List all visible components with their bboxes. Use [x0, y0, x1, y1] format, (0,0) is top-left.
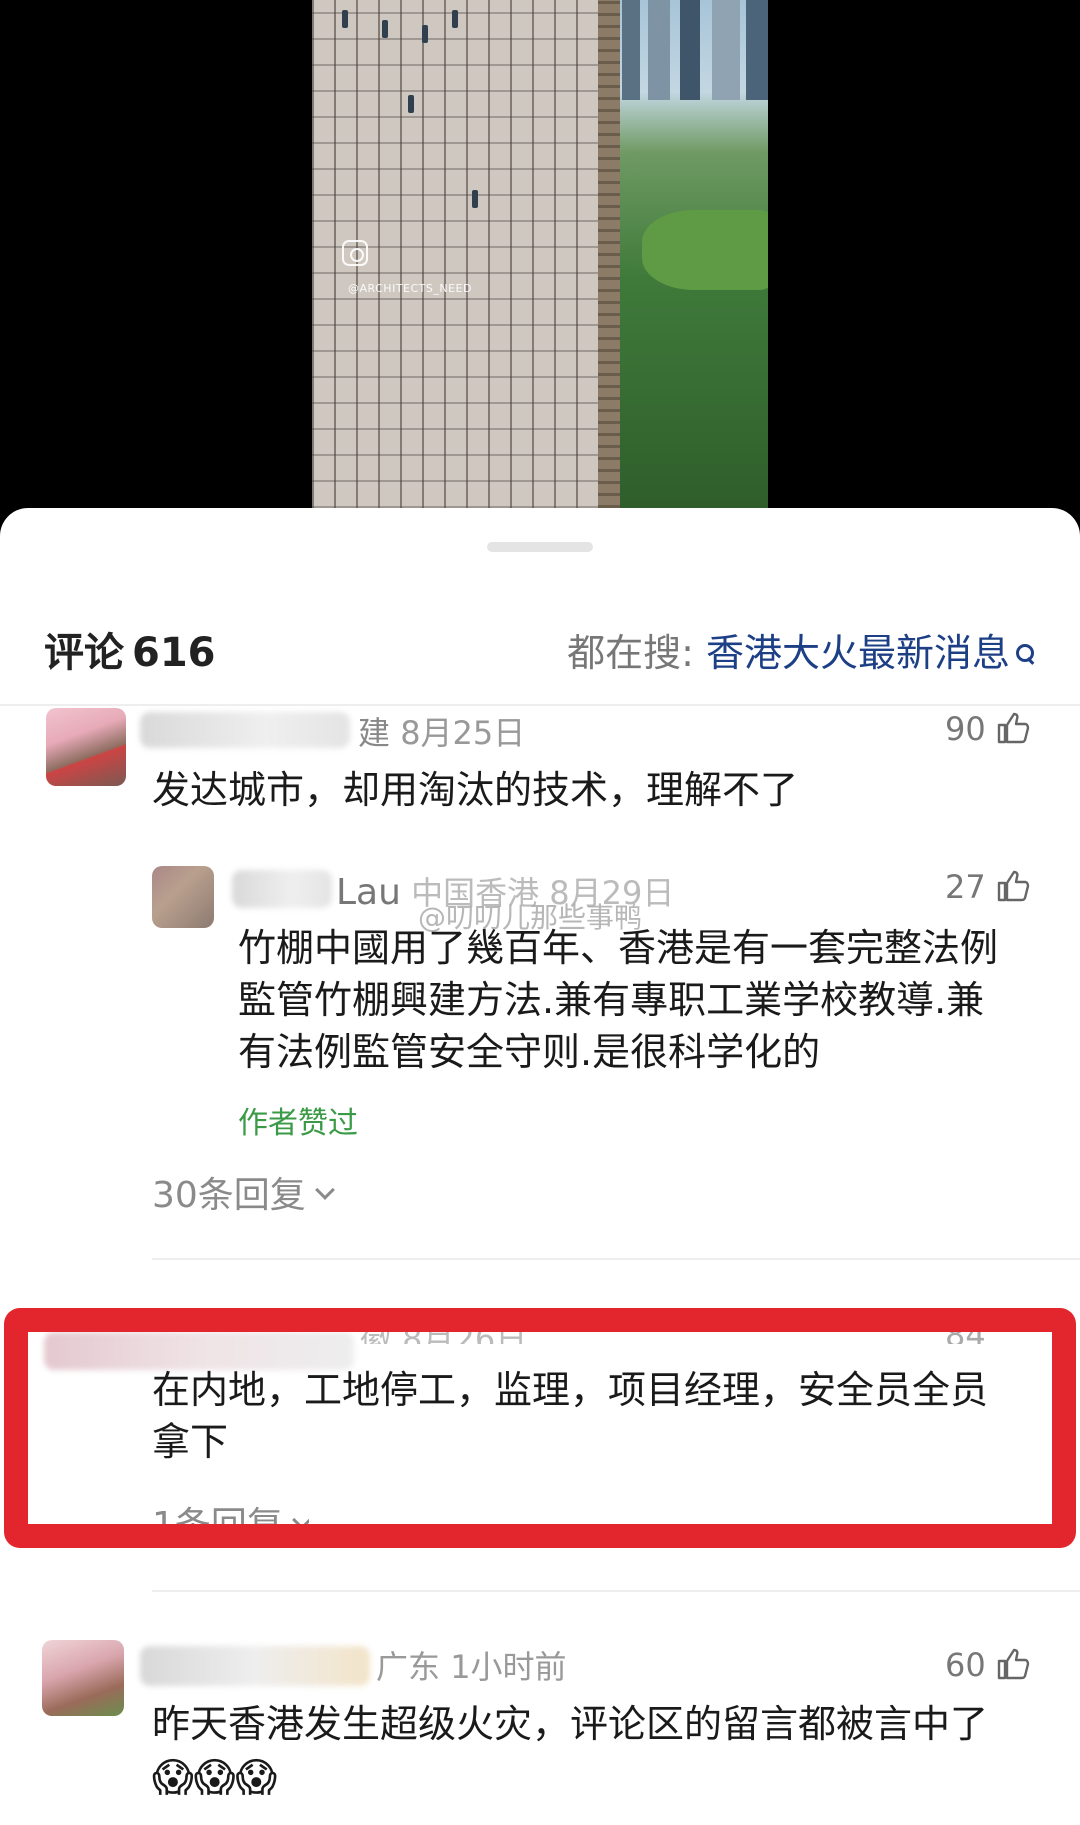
- avatar[interactable]: [46, 708, 126, 786]
- worker-figure: [408, 95, 414, 113]
- chevron-down-icon: [314, 1180, 335, 1200]
- highlight-box: [4, 1308, 1076, 1548]
- reply-avatar[interactable]: [152, 866, 214, 928]
- comments-count: 616: [132, 630, 216, 676]
- emoji-reaction: 😱😱😱: [152, 1755, 278, 1801]
- thumbs-up-icon: [997, 870, 1029, 902]
- instagram-icon: [342, 240, 368, 266]
- comment-text: 发达城市，却用淘汰的技术，理解不了: [152, 768, 799, 812]
- header-divider: [0, 704, 1080, 706]
- username-redacted: [232, 870, 332, 908]
- reply-text-line: 有法例監管安全守则.是很科学化的: [238, 1030, 821, 1074]
- park-greenery: [642, 210, 768, 290]
- trending-search-link[interactable]: 都在搜: 香港大火最新消息: [567, 622, 1036, 677]
- comment-divider: [152, 1258, 1080, 1260]
- comment-time: 1小时前: [450, 1648, 567, 1686]
- comment-meta: 广东 1小时前: [376, 1642, 567, 1688]
- scaffold-edge: [598, 0, 620, 508]
- reply-username: Lau: [336, 872, 401, 913]
- reply-text: 竹棚中國用了幾百年、香港是有一套完整法例 監管竹棚興建方法.兼有專职工業学校教導…: [238, 922, 1048, 1078]
- reply-text-line: 竹棚中國用了幾百年、香港是有一套完整法例: [238, 926, 999, 970]
- replies-label: 30条回复: [152, 1175, 306, 1216]
- like-count: 90: [945, 710, 986, 748]
- username-redacted: [140, 1646, 370, 1686]
- comment-divider: [152, 1590, 1080, 1592]
- comments-title-label: 评论: [44, 630, 124, 676]
- like-count: 60: [945, 1646, 986, 1684]
- sheet-header: 评论 616 都在搜: 香港大火最新消息: [44, 620, 1036, 676]
- worker-figure: [382, 20, 388, 38]
- worker-figure: [342, 10, 348, 28]
- worker-figure: [452, 10, 458, 28]
- author-liked-badge: 作者赞过: [238, 1106, 358, 1141]
- reply-like-button[interactable]: 27: [945, 868, 1030, 906]
- city-skyline: [622, 0, 768, 100]
- worker-figure: [472, 190, 478, 208]
- like-button[interactable]: 60: [945, 1646, 1030, 1684]
- comment-location: 建: [358, 714, 391, 752]
- video-player[interactable]: @ARCHITECTS_NEED: [0, 0, 1080, 520]
- search-prefix: 都在搜:: [567, 631, 694, 675]
- comment-location: 广东: [376, 1648, 441, 1686]
- view-replies-button[interactable]: 30条回复: [152, 1166, 335, 1218]
- comment-text: 昨天香港发生超级火灾，评论区的留言都被言中了: [152, 1702, 989, 1746]
- comments-title: 评论 616: [44, 620, 216, 678]
- comment-meta: 建 8月25日: [358, 708, 525, 754]
- reply-like-count: 27: [945, 868, 986, 906]
- comment-date: 8月25日: [400, 714, 526, 752]
- video-frame[interactable]: @ARCHITECTS_NEED: [312, 0, 768, 508]
- worker-figure: [422, 25, 428, 43]
- avatar[interactable]: [42, 1640, 124, 1716]
- thumbs-up-icon: [997, 1648, 1029, 1680]
- sheet-drag-handle[interactable]: [487, 542, 593, 552]
- video-watermark: @ARCHITECTS_NEED: [348, 282, 472, 295]
- thumbs-up-icon: [997, 712, 1029, 744]
- search-term: 香港大火最新消息: [705, 631, 1010, 675]
- reply-text-line: 監管竹棚興建方法.兼有專职工業学校教導.兼: [238, 978, 985, 1022]
- search-icon: [1016, 644, 1036, 664]
- username-redacted: [140, 712, 350, 748]
- like-button[interactable]: 90: [945, 710, 1030, 748]
